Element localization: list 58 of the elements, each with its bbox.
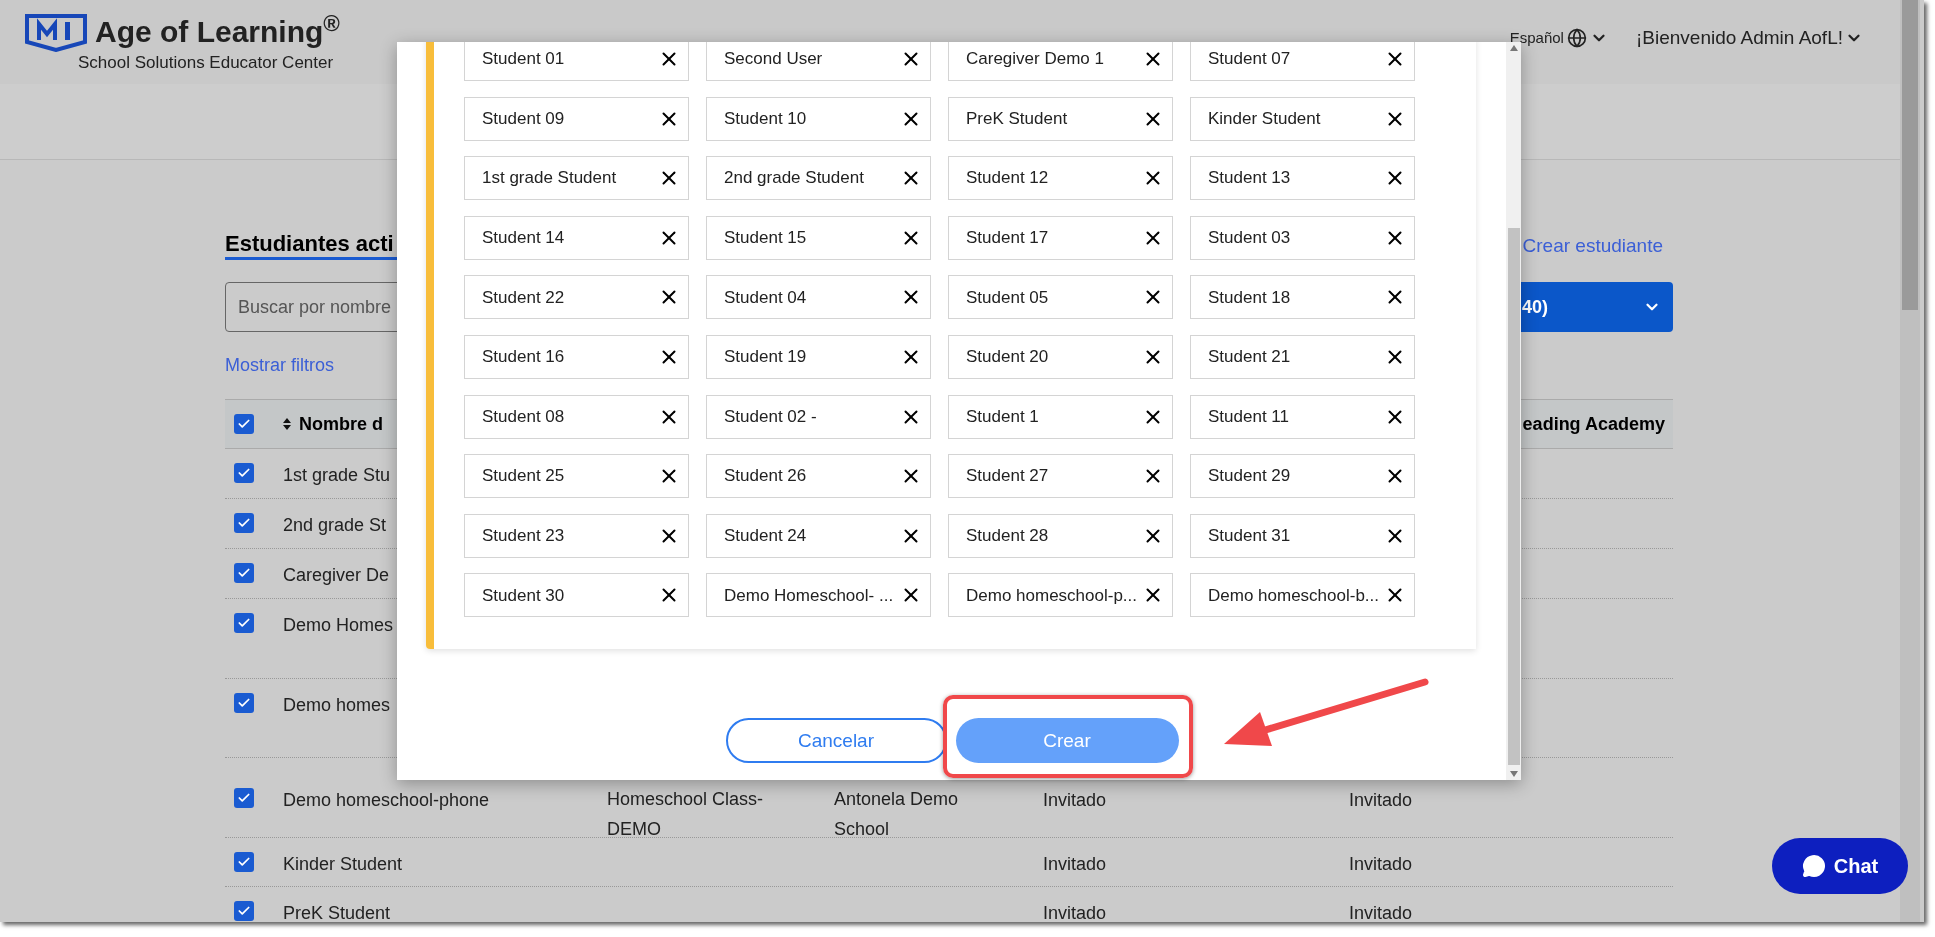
- brand-name: Age of Learning$^{®}$: [95, 17, 340, 47]
- table-cell: Invitado: [1349, 790, 1413, 810]
- table-cell: Invitado: [1349, 854, 1413, 874]
- table-cell: 1st grade Stu: [283, 465, 391, 485]
- student-chip: Demo homeschool-b...: [1190, 573, 1415, 618]
- table-cell: Invitado: [1043, 854, 1107, 874]
- student-chip: Student 01: [464, 42, 689, 81]
- student-chip: Student 22: [464, 275, 689, 320]
- student-chip: Student 20: [948, 334, 1173, 379]
- student-chip: Student 14: [464, 215, 689, 260]
- student-chip: Student 17: [948, 215, 1173, 260]
- student-chip: Student 07: [1190, 42, 1415, 81]
- student-chip: Student 12: [948, 156, 1173, 201]
- student-chip: Student 05: [948, 275, 1173, 320]
- student-chip: Student 09: [464, 96, 689, 141]
- student-chip: Student 25: [464, 454, 689, 499]
- student-chip: Student 13: [1190, 156, 1415, 201]
- student-chip: Kinder Student: [1190, 96, 1415, 141]
- student-chip: Student 21: [1190, 334, 1415, 379]
- table-cell: Invitado: [1043, 790, 1107, 810]
- student-chip: Student 29: [1190, 454, 1415, 499]
- student-chip: Demo Homeschool- ...: [706, 573, 931, 618]
- student-chip: Demo homeschool-p...: [948, 573, 1173, 618]
- table-cell: 2nd grade St: [283, 515, 387, 535]
- student-chip: Student 28: [948, 513, 1173, 558]
- table-cell-text: Antonela Demo School: [834, 788, 960, 841]
- student-chip: Student 16: [464, 334, 689, 379]
- student-chip: Student 02 -: [706, 394, 931, 439]
- table-cell: Demo homes: [283, 695, 391, 715]
- student-chip: Second User: [706, 42, 931, 81]
- student-chip: Student 10: [706, 96, 931, 141]
- student-chip: Student 23: [464, 513, 689, 558]
- table-cell: Invitado: [1043, 903, 1107, 922]
- student-chip: Student 04: [706, 275, 931, 320]
- student-chip: Student 15: [706, 215, 931, 260]
- student-chip: Student 03: [1190, 215, 1415, 260]
- table-cell: PreK Student: [283, 903, 391, 922]
- table-cell: Demo Homes: [283, 615, 394, 635]
- student-chip: Student 18: [1190, 275, 1415, 320]
- student-chip: PreK Student: [948, 96, 1173, 141]
- student-chip: Student 27: [948, 454, 1173, 499]
- student-chip: Student 1: [948, 394, 1173, 439]
- student-chip: 2nd grade Student: [706, 156, 931, 201]
- table-cell-text: Homeschool Class-DEMO: [607, 788, 765, 841]
- student-chip: Student 24: [706, 513, 931, 558]
- student-chip: Student 30: [464, 573, 689, 618]
- student-chip: Caregiver Demo 1: [948, 42, 1173, 81]
- student-chip: Student 11: [1190, 394, 1415, 439]
- student-chip: 1st grade Student: [464, 156, 689, 201]
- table-cell: Caregiver De: [283, 565, 390, 585]
- student-chip: Student 31: [1190, 513, 1415, 558]
- student-chip: Student 08: [464, 394, 689, 439]
- student-chip: Student 19: [706, 334, 931, 379]
- student-chip: Student 26: [706, 454, 931, 499]
- table-cell: Demo homeschool-phone: [283, 790, 490, 810]
- brand-subtitle: School Solutions Educator Center: [78, 52, 335, 74]
- table-cell: Invitado: [1349, 903, 1413, 922]
- table-cell: Kinder Student: [283, 854, 403, 874]
